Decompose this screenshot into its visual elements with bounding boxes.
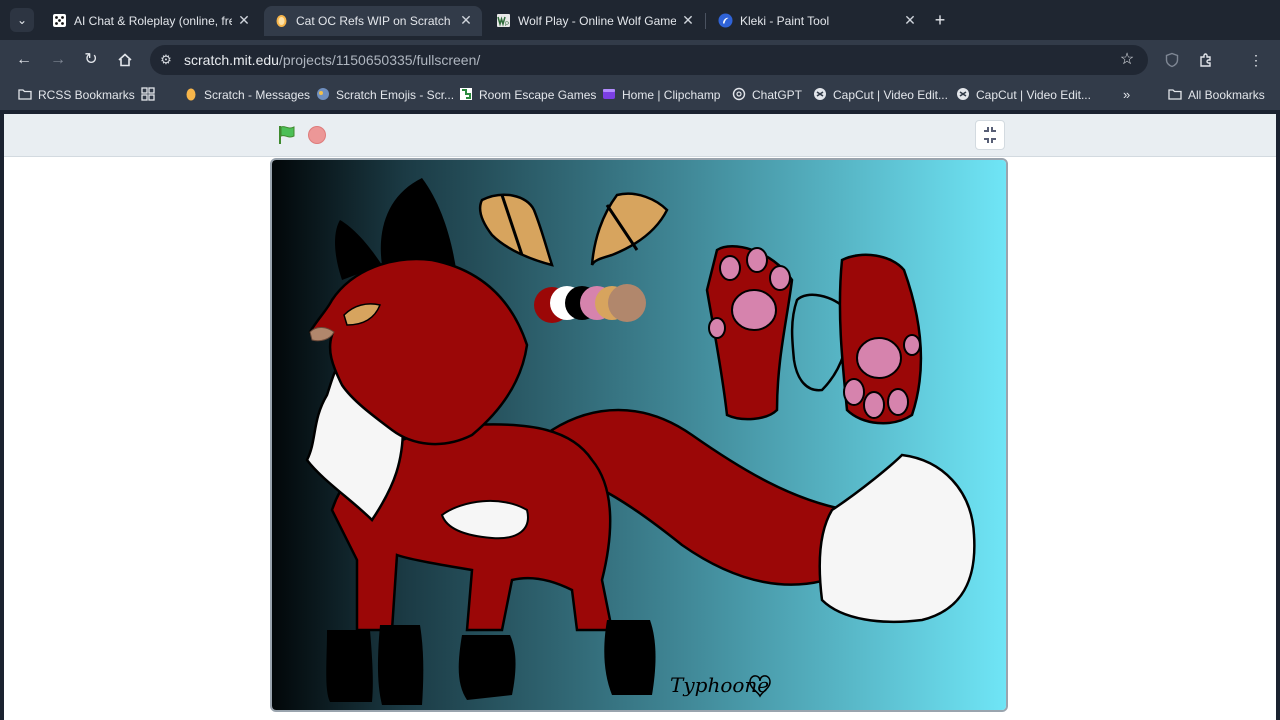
bookmark-label: Scratch - Messages xyxy=(204,88,311,102)
scratch-cat-icon xyxy=(186,88,196,101)
double-chevron-right-icon: » xyxy=(1123,87,1131,102)
forward-button[interactable]: → xyxy=(48,50,68,70)
globe-icon xyxy=(317,88,329,100)
svg-text:P: P xyxy=(505,22,509,28)
tab-title: AI Chat & Roleplay (online, free xyxy=(74,14,232,28)
shield-extension-button[interactable] xyxy=(1162,50,1182,70)
capcut-icon xyxy=(957,88,969,100)
tab-ai-chat[interactable]: AI Chat & Roleplay (online, free ✕ xyxy=(42,6,260,36)
bookmark-label: CapCut | Video Edit... xyxy=(833,88,948,102)
scratch-fullscreen-page: Typhoone xyxy=(4,114,1276,720)
url-path: /projects/1150650335/fullscreen/ xyxy=(278,52,481,68)
close-icon[interactable]: ✕ xyxy=(458,12,474,28)
reload-icon: ↻ xyxy=(84,51,98,68)
exit-fullscreen-icon xyxy=(984,127,996,143)
browser-menu-button[interactable]: ⋮ xyxy=(1246,50,1266,70)
arrow-left-icon: ← xyxy=(16,51,32,68)
bookmarks-bar: RCSS Bookmarks Scratch - Messages Scratc… xyxy=(0,80,1280,110)
stop-button[interactable] xyxy=(308,126,326,144)
close-icon[interactable]: ✕ xyxy=(902,12,918,28)
close-icon[interactable]: ✕ xyxy=(236,12,252,28)
bookmark-label: CapCut | Video Edit... xyxy=(976,88,1091,102)
browser-toolbar: ← → ↻ ⚙ scratch.mit.edu/projects/1150650… xyxy=(0,40,1280,80)
close-icon[interactable]: ✕ xyxy=(680,12,696,28)
player-controls xyxy=(4,114,1276,157)
tab-separator xyxy=(705,13,706,29)
project-stage[interactable]: Typhoone xyxy=(270,158,1008,712)
reload-button[interactable]: ↻ xyxy=(81,50,101,70)
dice-icon xyxy=(53,14,66,27)
shield-icon xyxy=(1165,52,1179,68)
bookmark-label: All Bookmarks xyxy=(1188,88,1265,102)
folder-icon xyxy=(1168,89,1182,100)
tab-title: Cat OC Refs WIP on Scratch xyxy=(296,14,451,28)
bookmark-label: Home | Clipchamp xyxy=(622,88,721,102)
plus-icon: + xyxy=(934,10,946,30)
bookmark-label: RCSS Bookmarks xyxy=(38,88,135,102)
puzzle-icon xyxy=(1200,53,1211,67)
palette-swatch xyxy=(608,284,646,322)
openai-icon xyxy=(732,87,746,101)
site-info-icon[interactable]: ⚙ xyxy=(158,52,174,68)
scratch-cat-icon xyxy=(276,15,287,27)
back-button[interactable]: ← xyxy=(14,50,34,70)
more-vertical-icon: ⋮ xyxy=(1249,52,1263,68)
kleki-icon xyxy=(718,13,733,28)
bookmark-label: ChatGPT xyxy=(752,88,803,102)
exit-fullscreen-button[interactable] xyxy=(975,120,1005,150)
bookmark-label: Room Escape Games xyxy=(479,88,597,102)
url-host: scratch.mit.edu xyxy=(184,52,279,68)
wolf-play-icon: P xyxy=(497,14,510,28)
extensions-button[interactable] xyxy=(1196,50,1216,70)
tab-title: Kleki - Paint Tool xyxy=(740,14,830,28)
bookmark-label: Scratch Emojis - Scr... xyxy=(336,88,455,102)
folder-icon xyxy=(18,89,32,100)
chevron-down-icon: ⌄ xyxy=(16,13,28,27)
tab-cat-oc-refs[interactable]: Cat OC Refs WIP on Scratch ✕ xyxy=(264,6,482,36)
apps-button[interactable] xyxy=(141,87,157,103)
bookmark-star-icon[interactable]: ☆ xyxy=(1118,51,1136,69)
home-button[interactable] xyxy=(115,50,135,70)
new-tab-button[interactable]: + xyxy=(930,10,950,30)
arrow-right-icon: → xyxy=(50,51,66,68)
color-palette xyxy=(534,284,646,323)
url-text[interactable]: scratch.mit.edu/projects/1150650335/full… xyxy=(184,52,480,68)
tab-kleki[interactable]: Kleki - Paint Tool ✕ xyxy=(708,6,926,36)
more-bookmarks-button[interactable]: » xyxy=(1123,87,1130,102)
tab-strip: ⌄ AI Chat & Roleplay (online, free ✕ Cat… xyxy=(0,0,1280,40)
capcut-icon xyxy=(814,88,826,100)
puzzle-icon xyxy=(460,88,472,100)
address-bar[interactable]: ⚙ scratch.mit.edu/projects/1150650335/fu… xyxy=(150,45,1148,75)
apps-grid-icon xyxy=(141,87,155,101)
tab-title: Wolf Play - Online Wolf Game! xyxy=(518,14,676,28)
tab-wolf-play[interactable]: P Wolf Play - Online Wolf Game! ✕ xyxy=(486,6,704,36)
tab-search-button[interactable]: ⌄ xyxy=(10,8,34,32)
clipchamp-icon xyxy=(603,89,615,99)
home-icon xyxy=(118,53,132,67)
green-flag-icon[interactable] xyxy=(276,124,298,146)
fox-oc-artwork: Typhoone xyxy=(272,160,1006,710)
